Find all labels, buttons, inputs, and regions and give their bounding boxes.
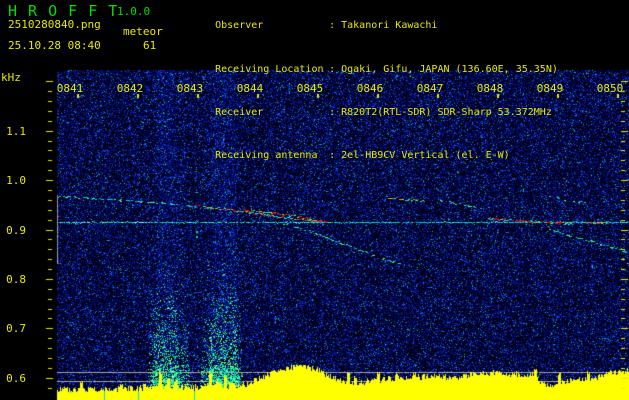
info-value: 2el-HB9CV Vertical (el. E-W) xyxy=(341,150,510,162)
x-tick-label: 0848 xyxy=(476,82,504,95)
file-name: 2510280840.png xyxy=(8,18,101,31)
mode-label: meteor xyxy=(123,25,163,38)
info-label: Receiving antenna xyxy=(215,150,318,162)
info-separator: : xyxy=(329,63,336,75)
x-tick-label: 0844 xyxy=(236,82,264,95)
record-datetime: 25.10.28 08:40 xyxy=(8,39,101,52)
y-tick-label: 1.1 xyxy=(6,124,26,138)
y-tick-label: 1.0 xyxy=(6,174,26,188)
info-separator: : xyxy=(329,20,336,32)
x-tick-label: 0849 xyxy=(536,82,564,95)
x-tick-label: 0843 xyxy=(176,82,204,95)
y-tick-label: 0.8 xyxy=(6,272,26,286)
info-separator: : xyxy=(329,150,336,162)
y-tick-label: 0.7 xyxy=(6,322,26,336)
info-row: Receiving antenna:2el-HB9CV Vertical (el… xyxy=(179,135,558,178)
info-value: R820T2(RTL-SDR) SDR-Sharp 53.372MHz xyxy=(341,106,552,118)
info-value: Ogaki, Gifu, JAPAN (136.60E, 35.35N) xyxy=(341,63,558,75)
echo-count: 61 xyxy=(143,39,157,52)
x-tick-label: 0846 xyxy=(356,82,384,95)
khz-axis-label: kHz xyxy=(1,71,21,84)
info-separator: : xyxy=(329,106,336,118)
info-label: Receiver xyxy=(215,106,264,118)
info-label: Receiving Location xyxy=(215,63,324,75)
x-tick-label: 0850 xyxy=(596,82,624,95)
info-label: Observer xyxy=(215,20,264,32)
app-version: 1.0.0 xyxy=(117,5,151,18)
info-row: Receiver: R820T2(RTL-SDR) SDR-Sharp 53.37… xyxy=(179,91,558,134)
info-value: Takanori Kawachi xyxy=(341,20,438,32)
x-tick-label: 0842 xyxy=(116,82,144,95)
hrofft-screen: H R O F F T 1.0.0 2510280840.png meteor … xyxy=(0,0,629,400)
x-tick-label: 0841 xyxy=(56,82,84,95)
x-tick-label: 0845 xyxy=(296,82,324,95)
x-tick-label: 0847 xyxy=(416,82,444,95)
y-tick-label: 0.9 xyxy=(6,223,26,237)
y-tick-label: 0.6 xyxy=(6,371,26,385)
info-row: Observer: Takanori Kawachi xyxy=(179,5,558,48)
